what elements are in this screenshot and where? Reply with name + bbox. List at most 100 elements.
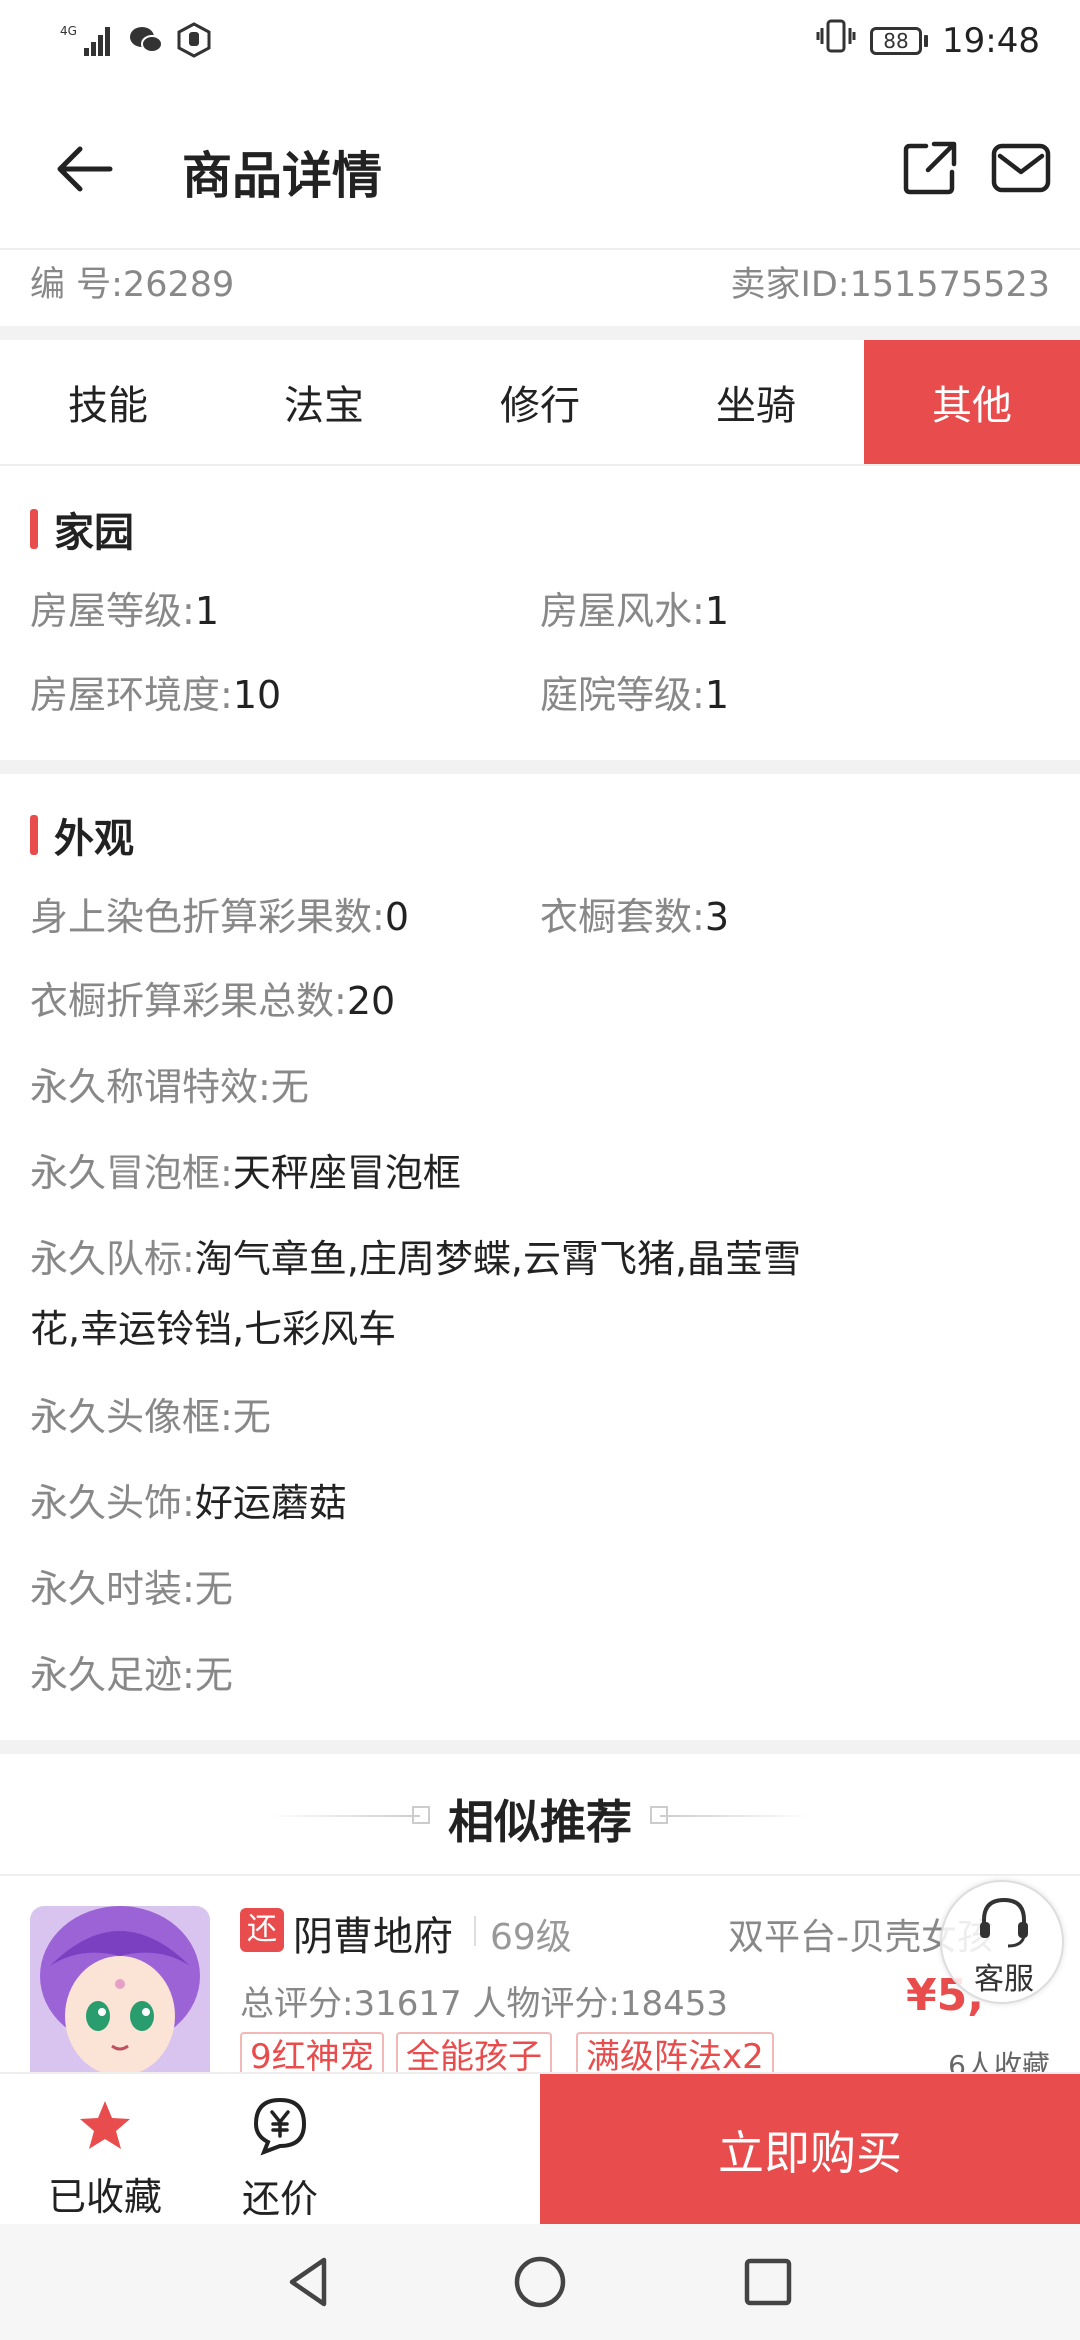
field-value: 无: [232, 1395, 271, 1439]
status-icons-left: 4G: [60, 22, 212, 62]
field-value-continued: 花,幸运铃铛,七彩风车: [30, 1307, 397, 1351]
buy-now-button[interactable]: 立即购买: [540, 2074, 1080, 2226]
field-label: 房屋等级:: [30, 589, 195, 633]
tab-mount[interactable]: 坐骑: [648, 340, 864, 464]
team-badge-field-continued: 花,幸运铃铛,七彩风车: [30, 1304, 396, 1354]
home-section-title: 家园: [30, 500, 134, 558]
field-value: 淘气章鱼,庄周梦蝶,云霄飞猪,晶莹雪: [194, 1237, 802, 1281]
score-text: 总评分:31617 人物评分:18453: [240, 1984, 729, 2024]
detail-tabs: 技能 法宝 修行 坐骑 其他: [0, 340, 1080, 466]
tab-other[interactable]: 其他: [864, 340, 1080, 464]
tab-cultivation[interactable]: 修行: [432, 340, 648, 464]
field-label: 衣橱折算彩果总数:: [30, 979, 347, 1023]
field-label: 永久冒泡框:: [30, 1151, 233, 1195]
footprint-field: 永久足迹:无: [30, 1650, 233, 1700]
back-button[interactable]: [50, 134, 120, 204]
vibrate-icon: [816, 18, 856, 63]
character-avatar: [30, 1906, 210, 2086]
hand-notification-icon: [176, 22, 212, 62]
field-value: 10: [232, 673, 282, 717]
house-level-field: 房屋等级:1: [30, 586, 219, 636]
share-button[interactable]: [900, 138, 960, 198]
title-effect-field: 永久称谓特效:无: [30, 1062, 309, 1112]
message-button[interactable]: [990, 138, 1052, 198]
wardrobe-count-field: 衣橱套数:3: [540, 892, 729, 942]
field-label: 庭院等级:: [540, 673, 705, 717]
decorative-line: [660, 1815, 810, 1817]
wechat-icon: [128, 24, 164, 60]
seller-id-value: 151575523: [849, 265, 1050, 305]
battery-level: 88: [870, 26, 923, 55]
square-recents-icon: [744, 2258, 792, 2306]
field-value: 无: [194, 1567, 233, 1611]
circle-home-icon: [514, 2256, 566, 2308]
nav-home-button[interactable]: [510, 2252, 570, 2312]
clock-time: 19:48: [942, 20, 1040, 61]
divider: [474, 1916, 476, 1946]
section-divider: [0, 326, 1080, 340]
customer-service-button[interactable]: 客服: [940, 1880, 1064, 2004]
yard-level-field: 庭院等级:1: [540, 670, 729, 720]
field-value: 1: [704, 589, 729, 633]
house-environment-field: 房屋环境度:10: [30, 670, 281, 720]
status-icons-right: 88 19:48: [816, 18, 1040, 63]
field-value: 20: [346, 979, 396, 1023]
field-label: 永久称谓特效:: [30, 1065, 271, 1109]
nav-back-button[interactable]: [280, 2252, 340, 2312]
signal-icon: 4G: [60, 22, 116, 62]
field-label: 房屋风水:: [540, 589, 705, 633]
field-value: 3: [704, 895, 729, 939]
page: 4G 88 19:48 商品详情 编 号:26289 卖家ID:15157552…: [0, 0, 1080, 2340]
favorite-button[interactable]: 已收藏: [30, 2084, 180, 2224]
system-nav-bar: [0, 2224, 1080, 2340]
field-label: 永久时装:: [30, 1567, 195, 1611]
field-label: 房屋环境度:: [30, 673, 233, 717]
section-divider: [0, 1740, 1080, 1754]
mail-icon: [991, 143, 1051, 193]
seller-id: 卖家ID:151575523: [731, 256, 1051, 307]
field-label: 永久头饰:: [30, 1481, 195, 1525]
field-value: 1: [194, 589, 219, 633]
bubble-frame-field: 永久冒泡框:天秤座冒泡框: [30, 1148, 461, 1198]
bargain-badge: 还: [240, 1908, 284, 1952]
tab-treasure[interactable]: 法宝: [216, 340, 432, 464]
bargain-button[interactable]: 还价: [220, 2084, 340, 2224]
triangle-back-icon: [289, 2257, 327, 2307]
tab-skills[interactable]: 技能: [0, 340, 216, 464]
yuan-bubble-icon: [253, 2097, 307, 2156]
favorite-label: 已收藏: [47, 2175, 162, 2219]
recommend-item[interactable]: 还 阴曹地府 69级 双平台-贝壳女孩 总评分:31617 人物评分:18453…: [0, 1874, 1080, 2086]
field-value: 无: [270, 1065, 309, 1109]
app-header: 商品详情: [0, 88, 1080, 248]
team-badge-field: 永久队标:淘气章鱼,庄周梦蝶,云霄飞猪,晶莹雪: [30, 1234, 801, 1284]
item-number-label: 编 号:: [30, 265, 123, 305]
fashion-field: 永久时装:无: [30, 1564, 233, 1614]
page-title: 商品详情: [182, 147, 382, 205]
seller-id-label: 卖家ID:: [730, 265, 850, 305]
headset-icon: [980, 1897, 1028, 1948]
dye-fruit-field: 身上染色折算彩果数:0: [30, 892, 409, 942]
nav-recents-button[interactable]: [738, 2252, 798, 2312]
field-label: 永久足迹:: [30, 1653, 195, 1697]
field-value: 天秤座冒泡框: [232, 1151, 461, 1195]
section-accent-bar: [30, 815, 38, 855]
house-fengshui-field: 房屋风水:1: [540, 586, 729, 636]
section-accent-bar: [30, 509, 38, 549]
item-id-row: 编 号:26289 卖家ID:151575523: [0, 248, 1080, 328]
appearance-section-title: 外观: [30, 806, 134, 864]
character-level: 69级: [490, 1917, 572, 1958]
status-bar: 4G 88 19:48: [0, 0, 1080, 80]
field-label: 衣橱套数:: [540, 895, 705, 939]
server-name: 阴曹地府: [293, 1914, 453, 1960]
bargain-label: 还价: [241, 2177, 318, 2221]
field-label: 永久队标:: [30, 1237, 195, 1281]
item-number: 编 号:26289: [30, 256, 234, 307]
appearance-section-label: 外观: [54, 816, 134, 862]
battery-icon: 88: [870, 26, 929, 55]
wardrobe-fruit-field: 衣橱折算彩果总数:20: [30, 976, 395, 1026]
recommend-title: 相似推荐: [448, 1795, 632, 1849]
field-value: 0: [384, 895, 409, 939]
home-section-label: 家园: [54, 510, 134, 556]
headwear-field: 永久头饰:好运蘑菇: [30, 1478, 347, 1528]
star-icon: [80, 2101, 130, 2149]
